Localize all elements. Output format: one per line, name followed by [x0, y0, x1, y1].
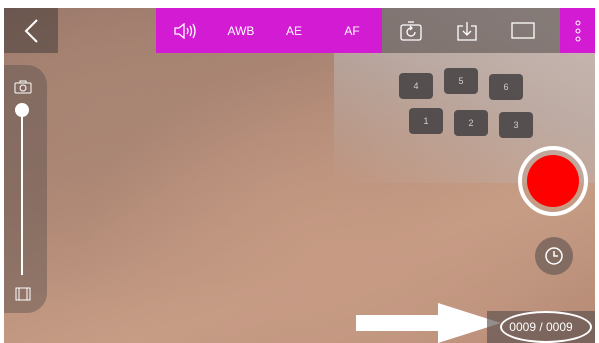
- frame-button[interactable]: [498, 8, 548, 53]
- af-button[interactable]: AF: [322, 8, 382, 53]
- zoom-slider-panel: [4, 65, 47, 313]
- film-icon: [15, 287, 31, 301]
- background-key: 5: [444, 68, 478, 94]
- ae-button[interactable]: AE: [266, 8, 322, 53]
- clock-icon: [545, 247, 563, 265]
- background-key: 2: [454, 110, 488, 136]
- record-dot: [527, 155, 579, 207]
- background-key: 4: [399, 73, 433, 99]
- chevron-left-icon: [24, 18, 38, 43]
- download-button[interactable]: [442, 8, 492, 53]
- frame-icon: [511, 21, 535, 39]
- camera-viewfinder: 4 5 6 1 2 3: [4, 8, 595, 343]
- annotation-arrow: [356, 303, 501, 343]
- background-key: 1: [409, 108, 443, 134]
- rotate-camera-icon: [400, 20, 422, 41]
- awb-button[interactable]: AWB: [216, 8, 266, 53]
- camera-icon: [14, 80, 32, 94]
- download-icon: [457, 21, 477, 41]
- zoom-slider-track[interactable]: [21, 110, 23, 275]
- record-button[interactable]: [518, 146, 588, 216]
- rotate-camera-button[interactable]: [386, 8, 436, 53]
- back-button[interactable]: [4, 8, 58, 53]
- sound-button[interactable]: [156, 8, 216, 53]
- vertical-dots-icon: [575, 20, 580, 41]
- background-key: 3: [499, 112, 533, 138]
- timer-button[interactable]: [535, 237, 573, 275]
- menu-button[interactable]: [560, 8, 595, 53]
- background-key: 6: [489, 74, 523, 100]
- annotation-ellipse: [500, 311, 592, 343]
- speaker-icon: [174, 22, 196, 39]
- camera-settings-toolbar: AWB AE AF: [156, 8, 382, 53]
- zoom-slider-thumb[interactable]: [15, 103, 29, 117]
